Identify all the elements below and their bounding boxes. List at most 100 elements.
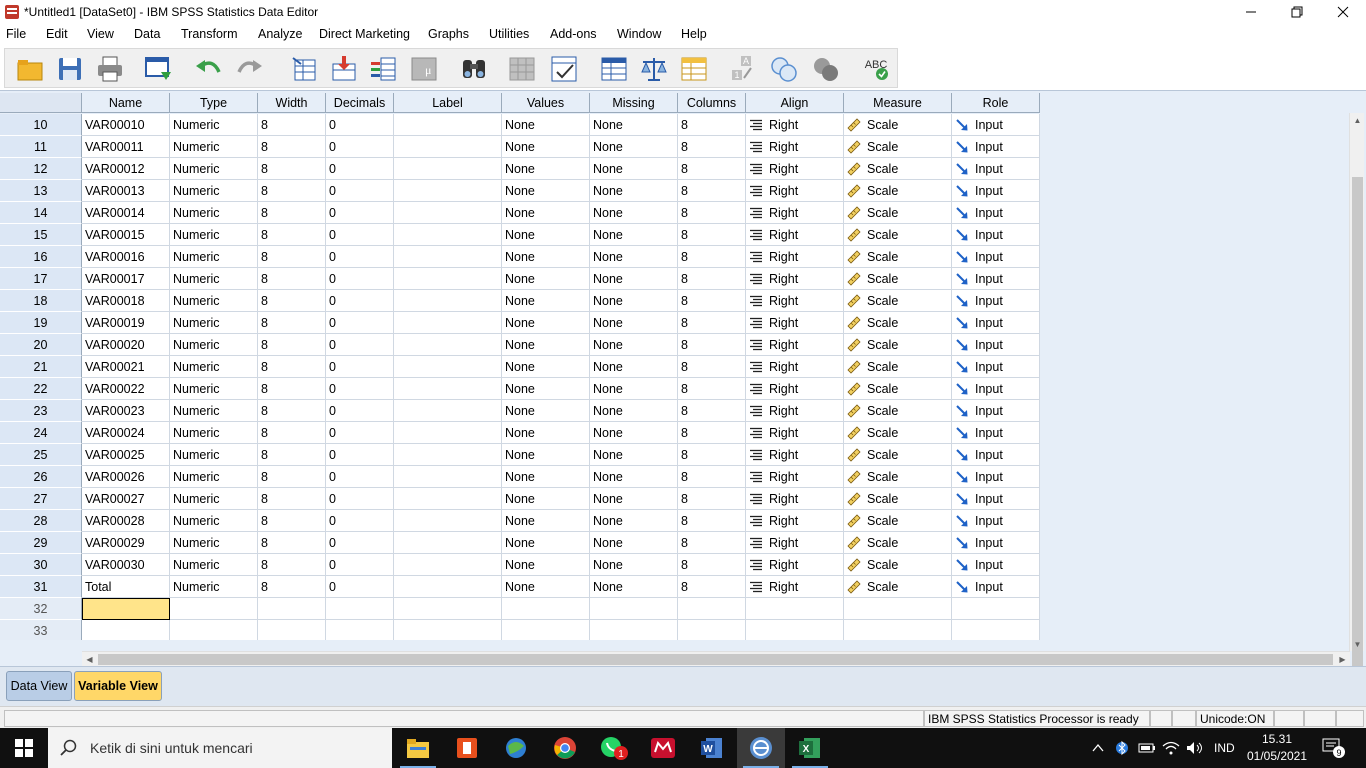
cell-decimals[interactable]: 0	[326, 466, 394, 488]
cell-columns[interactable]: 8	[678, 158, 746, 180]
cell-decimals[interactable]: 0	[326, 510, 394, 532]
menu-graphs[interactable]: Graphs	[428, 27, 469, 41]
cell-columns[interactable]: 8	[678, 576, 746, 598]
cell-values[interactable]: None	[502, 268, 590, 290]
column-header-columns[interactable]: Columns	[678, 93, 746, 113]
weight-cases-button[interactable]	[637, 53, 671, 85]
cell-label[interactable]	[394, 532, 502, 554]
cell-type[interactable]: Numeric	[170, 466, 258, 488]
cell-measure[interactable]: Scale	[844, 290, 952, 312]
row-number[interactable]: 30	[0, 554, 82, 576]
column-header-label[interactable]: Label	[394, 93, 502, 113]
cell-type[interactable]: Numeric	[170, 114, 258, 136]
taskbar-whatsapp[interactable]: 1	[590, 728, 638, 768]
cell-measure[interactable]: Scale	[844, 268, 952, 290]
tray-wifi[interactable]	[1162, 728, 1180, 768]
cell-label[interactable]	[394, 378, 502, 400]
cell-width[interactable]: 8	[258, 290, 326, 312]
cell-values[interactable]: None	[502, 224, 590, 246]
cell-missing[interactable]: None	[590, 114, 678, 136]
cell-name[interactable]: VAR00027	[82, 488, 170, 510]
cell-decimals[interactable]: 0	[326, 356, 394, 378]
cell-values[interactable]: None	[502, 576, 590, 598]
cell-measure[interactable]: Scale	[844, 114, 952, 136]
taskbar-clock[interactable]: 15.31 01/05/2021	[1244, 731, 1310, 765]
cell-decimals[interactable]: 0	[326, 554, 394, 576]
column-header-type[interactable]: Type	[170, 93, 258, 113]
cell-columns[interactable]: 8	[678, 312, 746, 334]
menu-utilities[interactable]: Utilities	[489, 27, 529, 41]
cell-role[interactable]: Input	[952, 444, 1040, 466]
cell-values[interactable]: None	[502, 136, 590, 158]
cell-type[interactable]: Numeric	[170, 268, 258, 290]
cell-name[interactable]: VAR00018	[82, 290, 170, 312]
cell-role[interactable]: Input	[952, 422, 1040, 444]
cell-role[interactable]: Input	[952, 224, 1040, 246]
cell-empty[interactable]	[170, 620, 258, 640]
row-number[interactable]: 14	[0, 202, 82, 224]
cell-label[interactable]	[394, 158, 502, 180]
cell-measure[interactable]: Scale	[844, 180, 952, 202]
cell-missing[interactable]: None	[590, 268, 678, 290]
cell-label[interactable]	[394, 356, 502, 378]
cell-empty[interactable]	[326, 598, 394, 620]
cell-type[interactable]: Numeric	[170, 158, 258, 180]
cell-width[interactable]: 8	[258, 136, 326, 158]
cell-empty[interactable]	[394, 620, 502, 640]
menu-file[interactable]: File	[6, 27, 26, 41]
cell-type[interactable]: Numeric	[170, 554, 258, 576]
scroll-right-icon[interactable]: ▶	[1335, 652, 1350, 667]
menu-direct-marketing[interactable]: Direct Marketing	[319, 27, 410, 41]
row-number[interactable]: 28	[0, 510, 82, 532]
cell-values[interactable]: None	[502, 400, 590, 422]
cell-type[interactable]: Numeric	[170, 136, 258, 158]
cell-role[interactable]: Input	[952, 290, 1040, 312]
cell-measure[interactable]: Scale	[844, 378, 952, 400]
cell-type[interactable]: Numeric	[170, 510, 258, 532]
cell-align[interactable]: Right	[746, 312, 844, 334]
menu-help[interactable]: Help	[681, 27, 707, 41]
cell-label[interactable]	[394, 576, 502, 598]
cell-values[interactable]: None	[502, 422, 590, 444]
cell-empty[interactable]	[678, 620, 746, 640]
cell-measure[interactable]: Scale	[844, 532, 952, 554]
cell-align[interactable]: Right	[746, 202, 844, 224]
find-button[interactable]	[457, 53, 491, 85]
cell-columns[interactable]: 8	[678, 510, 746, 532]
cell-type[interactable]: Numeric	[170, 444, 258, 466]
cell-values[interactable]: None	[502, 158, 590, 180]
spell-check-button[interactable]: ABC	[859, 53, 893, 85]
cell-decimals[interactable]: 0	[326, 290, 394, 312]
cell-empty[interactable]	[590, 598, 678, 620]
cell-width[interactable]: 8	[258, 114, 326, 136]
cell-values[interactable]: None	[502, 510, 590, 532]
row-number[interactable]: 25	[0, 444, 82, 466]
row-number[interactable]: 29	[0, 532, 82, 554]
cell-align[interactable]: Right	[746, 180, 844, 202]
cell-columns[interactable]: 8	[678, 378, 746, 400]
row-number[interactable]: 23	[0, 400, 82, 422]
dialog-recall-button[interactable]	[141, 53, 175, 85]
cell-label[interactable]	[394, 224, 502, 246]
cell-empty[interactable]	[746, 598, 844, 620]
cell-columns[interactable]: 8	[678, 180, 746, 202]
cell-name[interactable]: VAR00020	[82, 334, 170, 356]
cell-width[interactable]: 8	[258, 488, 326, 510]
cell-missing[interactable]: None	[590, 312, 678, 334]
cell-name[interactable]: VAR00024	[82, 422, 170, 444]
cell-label[interactable]	[394, 444, 502, 466]
cell-width[interactable]: 8	[258, 510, 326, 532]
cell-role[interactable]: Input	[952, 466, 1040, 488]
column-header-role[interactable]: Role	[952, 93, 1040, 113]
row-number[interactable]: 15	[0, 224, 82, 246]
cell-missing[interactable]: None	[590, 136, 678, 158]
cell-decimals[interactable]: 0	[326, 334, 394, 356]
split-file-button[interactable]	[597, 53, 631, 85]
tray-language[interactable]: IND	[1214, 728, 1235, 768]
column-header-name[interactable]: Name	[82, 93, 170, 113]
cell-measure[interactable]: Scale	[844, 224, 952, 246]
column-header-values[interactable]: Values	[502, 93, 590, 113]
taskbar-search-box[interactable]: Ketik di sini untuk mencari	[48, 728, 392, 768]
use-variable-sets-button[interactable]	[767, 53, 801, 85]
taskbar-app-globe[interactable]	[492, 728, 540, 768]
